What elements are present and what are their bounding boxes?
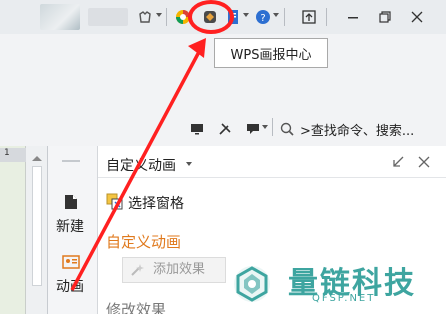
annotation-arrow <box>70 38 206 291</box>
wps-window: ? WPS画报中心 >查找命令、搜索... 1 新建 动画 自定义动画 选择窗格… <box>0 0 446 314</box>
